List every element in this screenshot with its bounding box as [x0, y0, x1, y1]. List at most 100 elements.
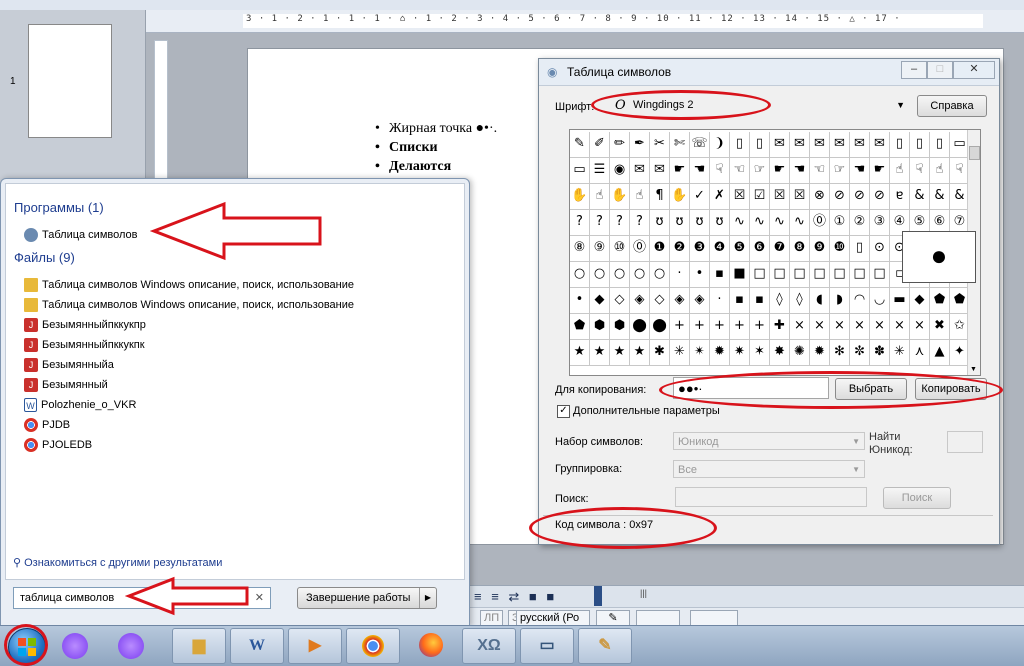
grid-cell[interactable]: ⬤	[650, 314, 670, 340]
advanced-checkbox[interactable]: ✓	[557, 405, 570, 418]
grid-cell[interactable]: ③	[870, 210, 890, 236]
grid-cell[interactable]: ☚	[790, 158, 810, 184]
grid-cell[interactable]: ◈	[690, 288, 710, 314]
grid-cell[interactable]: ○	[650, 262, 670, 288]
grid-cell[interactable]: ×	[830, 314, 850, 340]
file-item[interactable]: Таблица символов Windows описание, поиск…	[24, 296, 354, 314]
grid-cell[interactable]: •	[690, 262, 710, 288]
grid-cell[interactable]: ❷	[670, 236, 690, 262]
grid-cell[interactable]: ○	[610, 262, 630, 288]
grid-cell[interactable]: ☝	[630, 184, 650, 210]
grid-cell[interactable]: ◗	[830, 288, 850, 314]
grid-cell[interactable]: +	[730, 314, 750, 340]
grid-cell[interactable]: ○	[630, 262, 650, 288]
shutdown-button[interactable]: Завершение работы ▶	[297, 587, 437, 609]
grid-cell[interactable]: ❩	[710, 132, 730, 158]
computer-icon[interactable]: ▭	[520, 628, 574, 664]
grid-cell[interactable]: ×	[850, 314, 870, 340]
grid-cell[interactable]: ✱	[650, 340, 670, 366]
grid-cell[interactable]: ✹	[710, 340, 730, 366]
grid-cell[interactable]: ❸	[690, 236, 710, 262]
grid-cell[interactable]: ◡	[870, 288, 890, 314]
grid-cell[interactable]: ⬢	[610, 314, 630, 340]
grid-cell[interactable]: ☛	[670, 158, 690, 184]
file-explorer-icon[interactable]: ▆	[172, 628, 226, 664]
grid-cell[interactable]: ✗	[710, 184, 730, 210]
grid-cell[interactable]: ·	[710, 288, 730, 314]
grid-cell[interactable]: ✺	[790, 340, 810, 366]
grid-cell[interactable]: ✼	[850, 340, 870, 366]
grid-cell[interactable]: ⬟	[570, 314, 590, 340]
grid-cell[interactable]: ʊ	[710, 210, 730, 236]
grid-cell[interactable]: ☒	[790, 184, 810, 210]
grid-cell[interactable]: ■	[730, 262, 750, 288]
grid-cell[interactable]: ⓪	[810, 210, 830, 236]
minimize-button[interactable]: –	[901, 61, 927, 79]
file-item[interactable]: PJOLEDB	[24, 436, 92, 454]
grid-cell[interactable]: ◊	[790, 288, 810, 314]
grid-cell[interactable]: ❾	[810, 236, 830, 262]
grid-cell[interactable]: ◉	[610, 158, 630, 184]
page-thumbnail[interactable]	[28, 24, 112, 138]
grid-cell[interactable]: ▬	[890, 288, 910, 314]
grid-cell[interactable]: ☝	[590, 184, 610, 210]
grid-cell[interactable]: ▯	[890, 132, 910, 158]
grid-cell[interactable]: ②	[850, 210, 870, 236]
grid-cell[interactable]: ❿	[830, 236, 850, 262]
grid-cell[interactable]: ✋	[610, 184, 630, 210]
grid-cell[interactable]: ✄	[670, 132, 690, 158]
more-results-link[interactable]: ⚲ Ознакомиться с другими результатами	[13, 556, 222, 569]
scroll-down-icon[interactable]: ▼	[970, 366, 977, 373]
grid-cell[interactable]: ◖	[810, 288, 830, 314]
program-item-charmap[interactable]: Таблица символов	[24, 226, 138, 244]
grid-cell[interactable]: ▯	[910, 132, 930, 158]
grid-cell[interactable]: □	[770, 262, 790, 288]
help-button[interactable]: Справка	[917, 95, 987, 117]
grid-cell[interactable]: ✎	[570, 132, 590, 158]
grid-cell[interactable]: ▯	[750, 132, 770, 158]
grid-cell[interactable]: ☏	[690, 132, 710, 158]
grid-cell[interactable]: ×	[870, 314, 890, 340]
grid-cell[interactable]: ✻	[830, 340, 850, 366]
grid-cell[interactable]: □	[810, 262, 830, 288]
grid-cell[interactable]: ☞	[750, 158, 770, 184]
grid-cell[interactable]: ◈	[630, 288, 650, 314]
grid-cell[interactable]: ○	[570, 262, 590, 288]
grid-cell[interactable]: ◠	[850, 288, 870, 314]
grid-cell[interactable]: ▪	[730, 288, 750, 314]
grid-cell[interactable]: ✷	[730, 340, 750, 366]
grid-cell[interactable]: ✳	[670, 340, 690, 366]
grid-cell[interactable]: ◇	[610, 288, 630, 314]
grid-cell[interactable]: ∿	[790, 210, 810, 236]
grid-cell[interactable]: ✶	[750, 340, 770, 366]
grid-cell[interactable]: ∿	[770, 210, 790, 236]
grid-cell[interactable]: •	[570, 288, 590, 314]
grid-cell[interactable]: ✹	[810, 340, 830, 366]
paint-icon[interactable]: ✎	[578, 628, 632, 664]
grid-cell[interactable]: ✉	[630, 158, 650, 184]
grid-cell[interactable]: ⊙	[870, 236, 890, 262]
grid-cell[interactable]: ʊ	[650, 210, 670, 236]
grid-cell[interactable]: ✏	[610, 132, 630, 158]
grid-cell[interactable]: ⑨	[590, 236, 610, 262]
drawing-toolbar-icons[interactable]: ≡ ≡ ⇄ ■ ■	[474, 589, 557, 605]
grid-cell[interactable]: ☑	[750, 184, 770, 210]
grid-cell[interactable]: ✉	[850, 132, 870, 158]
grid-cell[interactable]: ✉	[650, 158, 670, 184]
grid-cell[interactable]: ⬢	[590, 314, 610, 340]
grid-cell[interactable]: ☚	[690, 158, 710, 184]
grid-cell[interactable]: ◆	[590, 288, 610, 314]
grid-cell[interactable]: ❻	[750, 236, 770, 262]
grid-cell[interactable]: ⑧	[570, 236, 590, 262]
charset-dropdown[interactable]: Юникод ▼	[673, 432, 865, 450]
grid-cell[interactable]: ⬟	[930, 288, 950, 314]
grid-cell[interactable]: ☝	[930, 158, 950, 184]
grid-cell[interactable]: ◇	[650, 288, 670, 314]
grid-cell[interactable]: +	[750, 314, 770, 340]
grid-cell[interactable]: ☒	[770, 184, 790, 210]
grid-cell[interactable]: ✋	[670, 184, 690, 210]
maximize-button[interactable]: □	[927, 61, 953, 79]
grid-cell[interactable]: ⊘	[830, 184, 850, 210]
grid-cell[interactable]: □	[830, 262, 850, 288]
grid-cell[interactable]: +	[710, 314, 730, 340]
